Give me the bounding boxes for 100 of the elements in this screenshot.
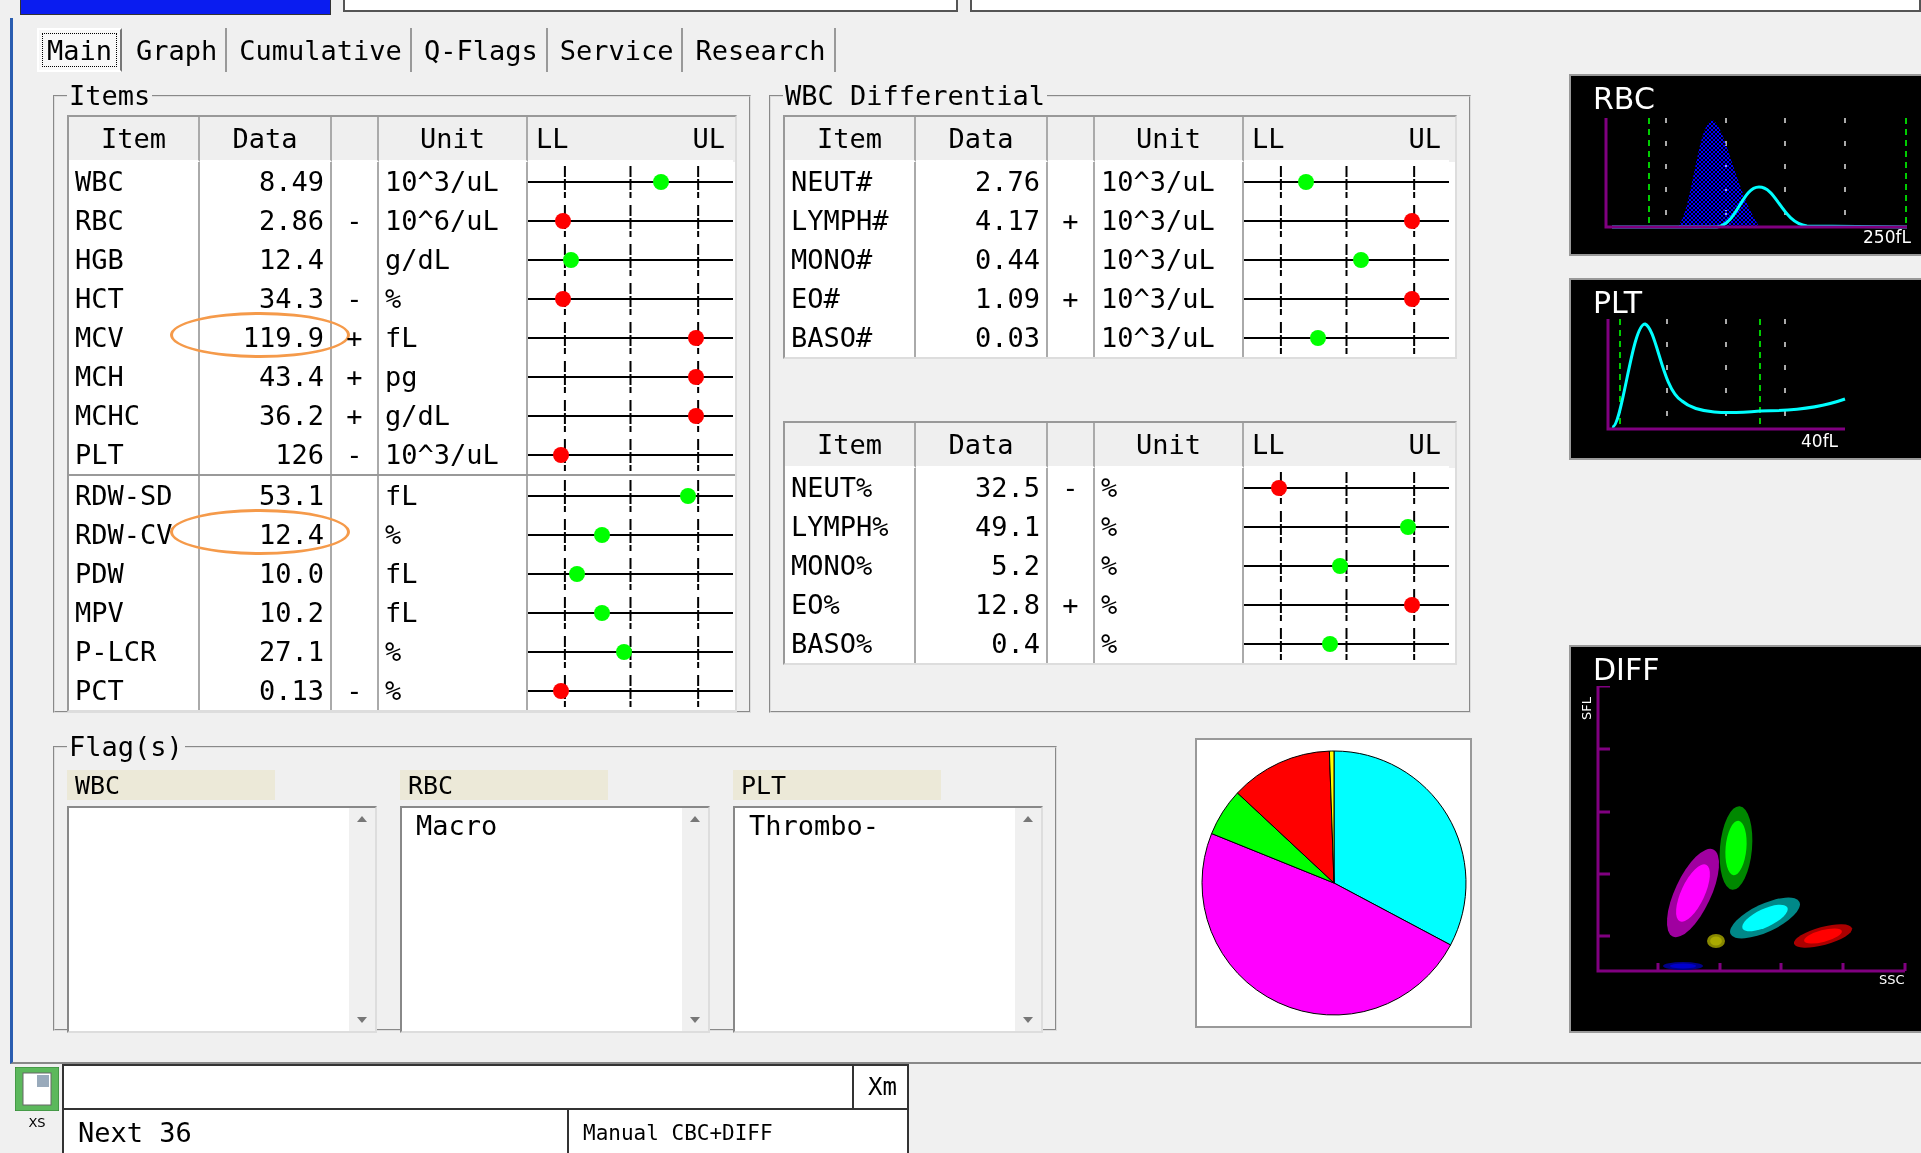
header-cell — [1048, 423, 1095, 468]
header-cell — [332, 117, 379, 162]
axis-label: SFL — [1579, 697, 1594, 720]
unit-cell: fL — [379, 476, 528, 515]
item-cell: HGB — [69, 240, 200, 279]
unit-cell: 10^3/uL — [379, 435, 528, 474]
unit-cell: 10^3/uL — [1095, 162, 1244, 201]
item-cell: BASO% — [785, 624, 916, 663]
tab[interactable]: Cumulative — [231, 28, 412, 72]
item-cell: MCHC — [69, 396, 200, 435]
item-cell: PCT — [69, 671, 200, 710]
unit-cell: % — [379, 279, 528, 318]
flag-cell: + — [332, 357, 379, 396]
histogram-title: RBC — [1593, 82, 1655, 115]
next-sample: Next 36 — [64, 1110, 569, 1153]
flag-cell: + — [1048, 201, 1095, 240]
item-cell: NEUT# — [785, 162, 916, 201]
unit-cell: % — [1095, 624, 1244, 663]
tab[interactable]: Graph — [128, 28, 228, 72]
tab[interactable]: Main — [37, 28, 123, 72]
scroll-up-icon[interactable] — [357, 816, 367, 822]
unit-cell: 10^3/uL — [1095, 240, 1244, 279]
status-field[interactable] — [64, 1066, 854, 1110]
flag-list[interactable]: Thrombo- — [733, 806, 1043, 1033]
tab[interactable]: Service — [551, 28, 684, 72]
data-cell: 8.49 — [200, 162, 332, 201]
column-header: Data — [916, 117, 1048, 162]
scroll-down-icon[interactable] — [357, 1017, 367, 1023]
point-cluster — [1663, 962, 1703, 970]
unit-cell: 10^3/uL — [1095, 279, 1244, 318]
scattergram-title: DIFF — [1593, 653, 1660, 686]
data-cell: 43.4 — [200, 357, 332, 396]
data-cell: 2.76 — [916, 162, 1048, 201]
order-type: Manual CBC+DIFF — [569, 1110, 854, 1153]
item-cell: RBC — [69, 201, 200, 240]
unit-cell: % — [1095, 546, 1244, 585]
item-cell: LYMPH% — [785, 507, 916, 546]
flag-cell: + — [1048, 279, 1095, 318]
histogram-title: PLT — [1593, 286, 1642, 319]
flag-cell: + — [332, 318, 379, 357]
item-cell: PLT — [69, 435, 200, 474]
item-cell: EO# — [785, 279, 916, 318]
flag-cell: - — [332, 279, 379, 318]
data-cell: 53.1 — [200, 476, 332, 515]
column-header: UL — [692, 123, 725, 154]
flag-cell: + — [332, 396, 379, 435]
mode-label: XS — [28, 1115, 46, 1130]
column-header: Item — [785, 117, 916, 162]
axis-label: SSC — [1879, 972, 1905, 986]
flag-list[interactable]: Macro — [400, 806, 710, 1033]
scroll-up-icon[interactable] — [1023, 816, 1033, 822]
group-title: Flag(s) — [68, 731, 184, 762]
column-header: UL — [1408, 429, 1441, 460]
unit-cell: 10^6/uL — [379, 201, 528, 240]
unit-cell: % — [1095, 468, 1244, 507]
data-cell: 0.4 — [916, 624, 1048, 663]
group-title: WBC Differential — [784, 80, 1047, 111]
unit-cell: 10^3/uL — [1095, 318, 1244, 357]
axis-label: 40fL — [1801, 433, 1839, 450]
data-cell: 4.17 — [916, 201, 1048, 240]
column-header: Item — [785, 423, 916, 468]
tab[interactable]: Q-Flags — [415, 28, 548, 72]
unit-cell: % — [379, 671, 528, 710]
scrollbar[interactable] — [682, 808, 708, 1031]
column-header: Unit — [1095, 117, 1244, 162]
data-cell: 0.13 — [200, 671, 332, 710]
data-cell: 12.4 — [200, 515, 332, 554]
data-cell: 12.4 — [200, 240, 332, 279]
tab[interactable]: Research — [687, 28, 836, 72]
flag-label: RBC — [400, 770, 608, 800]
data-cell: 0.44 — [916, 240, 1048, 279]
scrollbar[interactable] — [1015, 808, 1041, 1031]
data-cell: 36.2 — [200, 396, 332, 435]
scroll-down-icon[interactable] — [690, 1017, 700, 1023]
data-cell: 27.1 — [200, 632, 332, 671]
scroll-down-icon[interactable] — [1023, 1017, 1033, 1023]
scroll-up-icon[interactable] — [690, 816, 700, 822]
data-cell: 126 — [200, 435, 332, 474]
data-cell: 2.86 — [200, 201, 332, 240]
unit-cell: g/dL — [379, 240, 528, 279]
top-field[interactable] — [342, 0, 959, 12]
data-cell: 10.0 — [200, 554, 332, 593]
data-cell: 5.2 — [916, 546, 1048, 585]
flag-cell: + — [1048, 585, 1095, 624]
top-field[interactable] — [970, 0, 1921, 12]
data-cell: 10.2 — [200, 593, 332, 632]
data-cell: 119.9 — [200, 318, 332, 357]
scrollbar[interactable] — [349, 808, 375, 1031]
unit-cell: 10^3/uL — [379, 162, 528, 201]
unit-cell: % — [379, 515, 528, 554]
column-header: Item — [69, 117, 200, 162]
analyzer-icon[interactable] — [15, 1067, 59, 1111]
data-cell: 12.8 — [916, 585, 1048, 624]
column-header: LL — [536, 123, 569, 154]
item-cell: NEUT% — [785, 468, 916, 507]
axis-label: 250fL — [1863, 229, 1911, 246]
flag-label: WBC — [67, 770, 275, 800]
column-header: Unit — [379, 117, 528, 162]
unit-cell: g/dL — [379, 396, 528, 435]
data-cell: 32.5 — [916, 468, 1048, 507]
